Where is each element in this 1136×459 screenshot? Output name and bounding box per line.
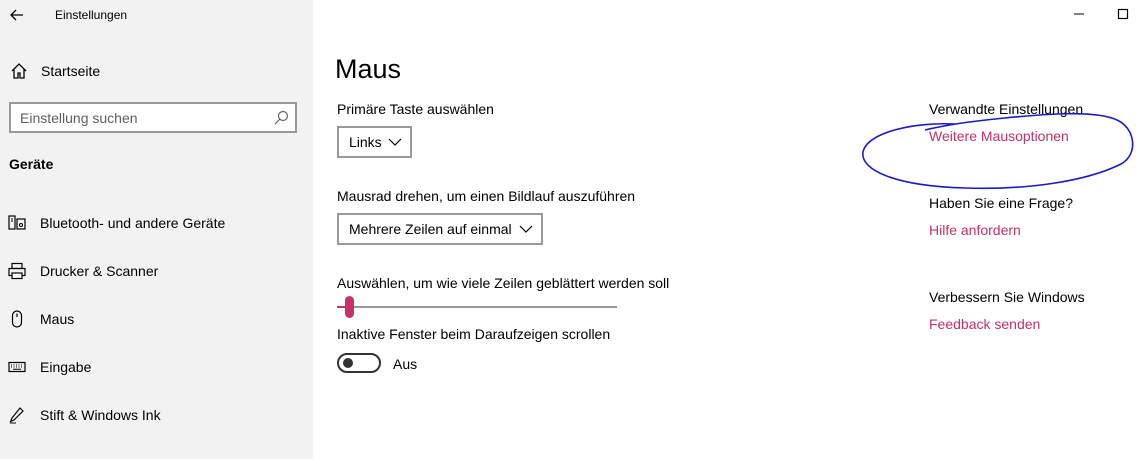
sidebar-item-home[interactable]: Startseite [0, 58, 313, 84]
get-help-link[interactable]: Hilfe anfordern [929, 222, 1021, 238]
more-mouse-options-link[interactable]: Weitere Mausoptionen [929, 128, 1069, 144]
sidebar-item-label: Drucker & Scanner [40, 263, 159, 279]
toggle-knob [343, 358, 353, 368]
search-box[interactable] [9, 102, 297, 133]
sidebar-item-label: Maus [40, 311, 75, 327]
lines-slider-label: Auswählen, um wie viele Zeilen geblätter… [337, 275, 670, 291]
printer-icon [8, 262, 26, 280]
sidebar-item-pen[interactable]: Stift & Windows Ink [0, 395, 313, 435]
dropdown-value: Mehrere Zeilen auf einmal [349, 221, 512, 237]
sidebar-item-label: Eingabe [40, 359, 92, 375]
search-input[interactable] [20, 109, 260, 127]
home-icon [11, 63, 27, 79]
annotation-circle [862, 112, 1134, 190]
mouse-icon [11, 310, 23, 328]
lines-slider-thumb[interactable] [345, 296, 355, 318]
arrow-left-icon [10, 9, 23, 21]
sidebar-item-mouse[interactable]: Maus [0, 299, 313, 339]
minimize-button[interactable] [1069, 4, 1089, 24]
back-button[interactable] [0, 0, 34, 30]
wheel-scroll-label: Mausrad drehen, um einen Bildlauf auszuf… [337, 188, 636, 204]
chevron-down-icon [519, 225, 533, 233]
improve-windows-heading: Verbessern Sie Windows [929, 289, 1085, 305]
inactive-scroll-label: Inaktive Fenster beim Daraufzeigen scrol… [337, 326, 611, 342]
lines-slider-track[interactable] [337, 306, 617, 308]
sidebar: Einstellungen Startseite Geräte Bluetoot… [0, 0, 313, 459]
question-heading: Haben Sie eine Frage? [929, 195, 1073, 211]
feedback-link[interactable]: Feedback senden [929, 316, 1040, 332]
bluetooth-devices-icon [8, 215, 26, 230]
inactive-scroll-toggle[interactable] [337, 353, 381, 373]
sidebar-item-printers[interactable]: Drucker & Scanner [0, 251, 313, 291]
minimize-icon [1074, 13, 1084, 15]
sidebar-item-label: Stift & Windows Ink [40, 407, 161, 423]
maximize-button[interactable] [1113, 4, 1133, 24]
wheel-scroll-dropdown[interactable]: Mehrere Zeilen auf einmal [337, 213, 543, 245]
sidebar-item-label: Bluetooth- und andere Geräte [40, 215, 226, 231]
sidebar-item-label: Startseite [41, 63, 101, 79]
pen-icon [9, 407, 24, 424]
sidebar-item-bluetooth[interactable]: Bluetooth- und andere Geräte [0, 203, 313, 243]
page-title: Maus [335, 54, 402, 84]
search-icon[interactable] [273, 110, 289, 126]
toggle-state-text: Aus [393, 356, 418, 372]
primary-button-dropdown[interactable]: Links [337, 126, 412, 158]
dropdown-value: Links [349, 134, 382, 150]
chevron-down-icon [388, 138, 402, 146]
maximize-icon [1117, 8, 1129, 20]
keyboard-icon [8, 361, 26, 373]
sidebar-item-input[interactable]: Eingabe [0, 347, 313, 387]
related-settings-heading: Verwandte Einstellungen [929, 101, 1084, 117]
primary-button-label: Primäre Taste auswählen [337, 101, 494, 117]
section-title: Geräte [9, 156, 54, 172]
window-title: Einstellungen [55, 8, 128, 22]
